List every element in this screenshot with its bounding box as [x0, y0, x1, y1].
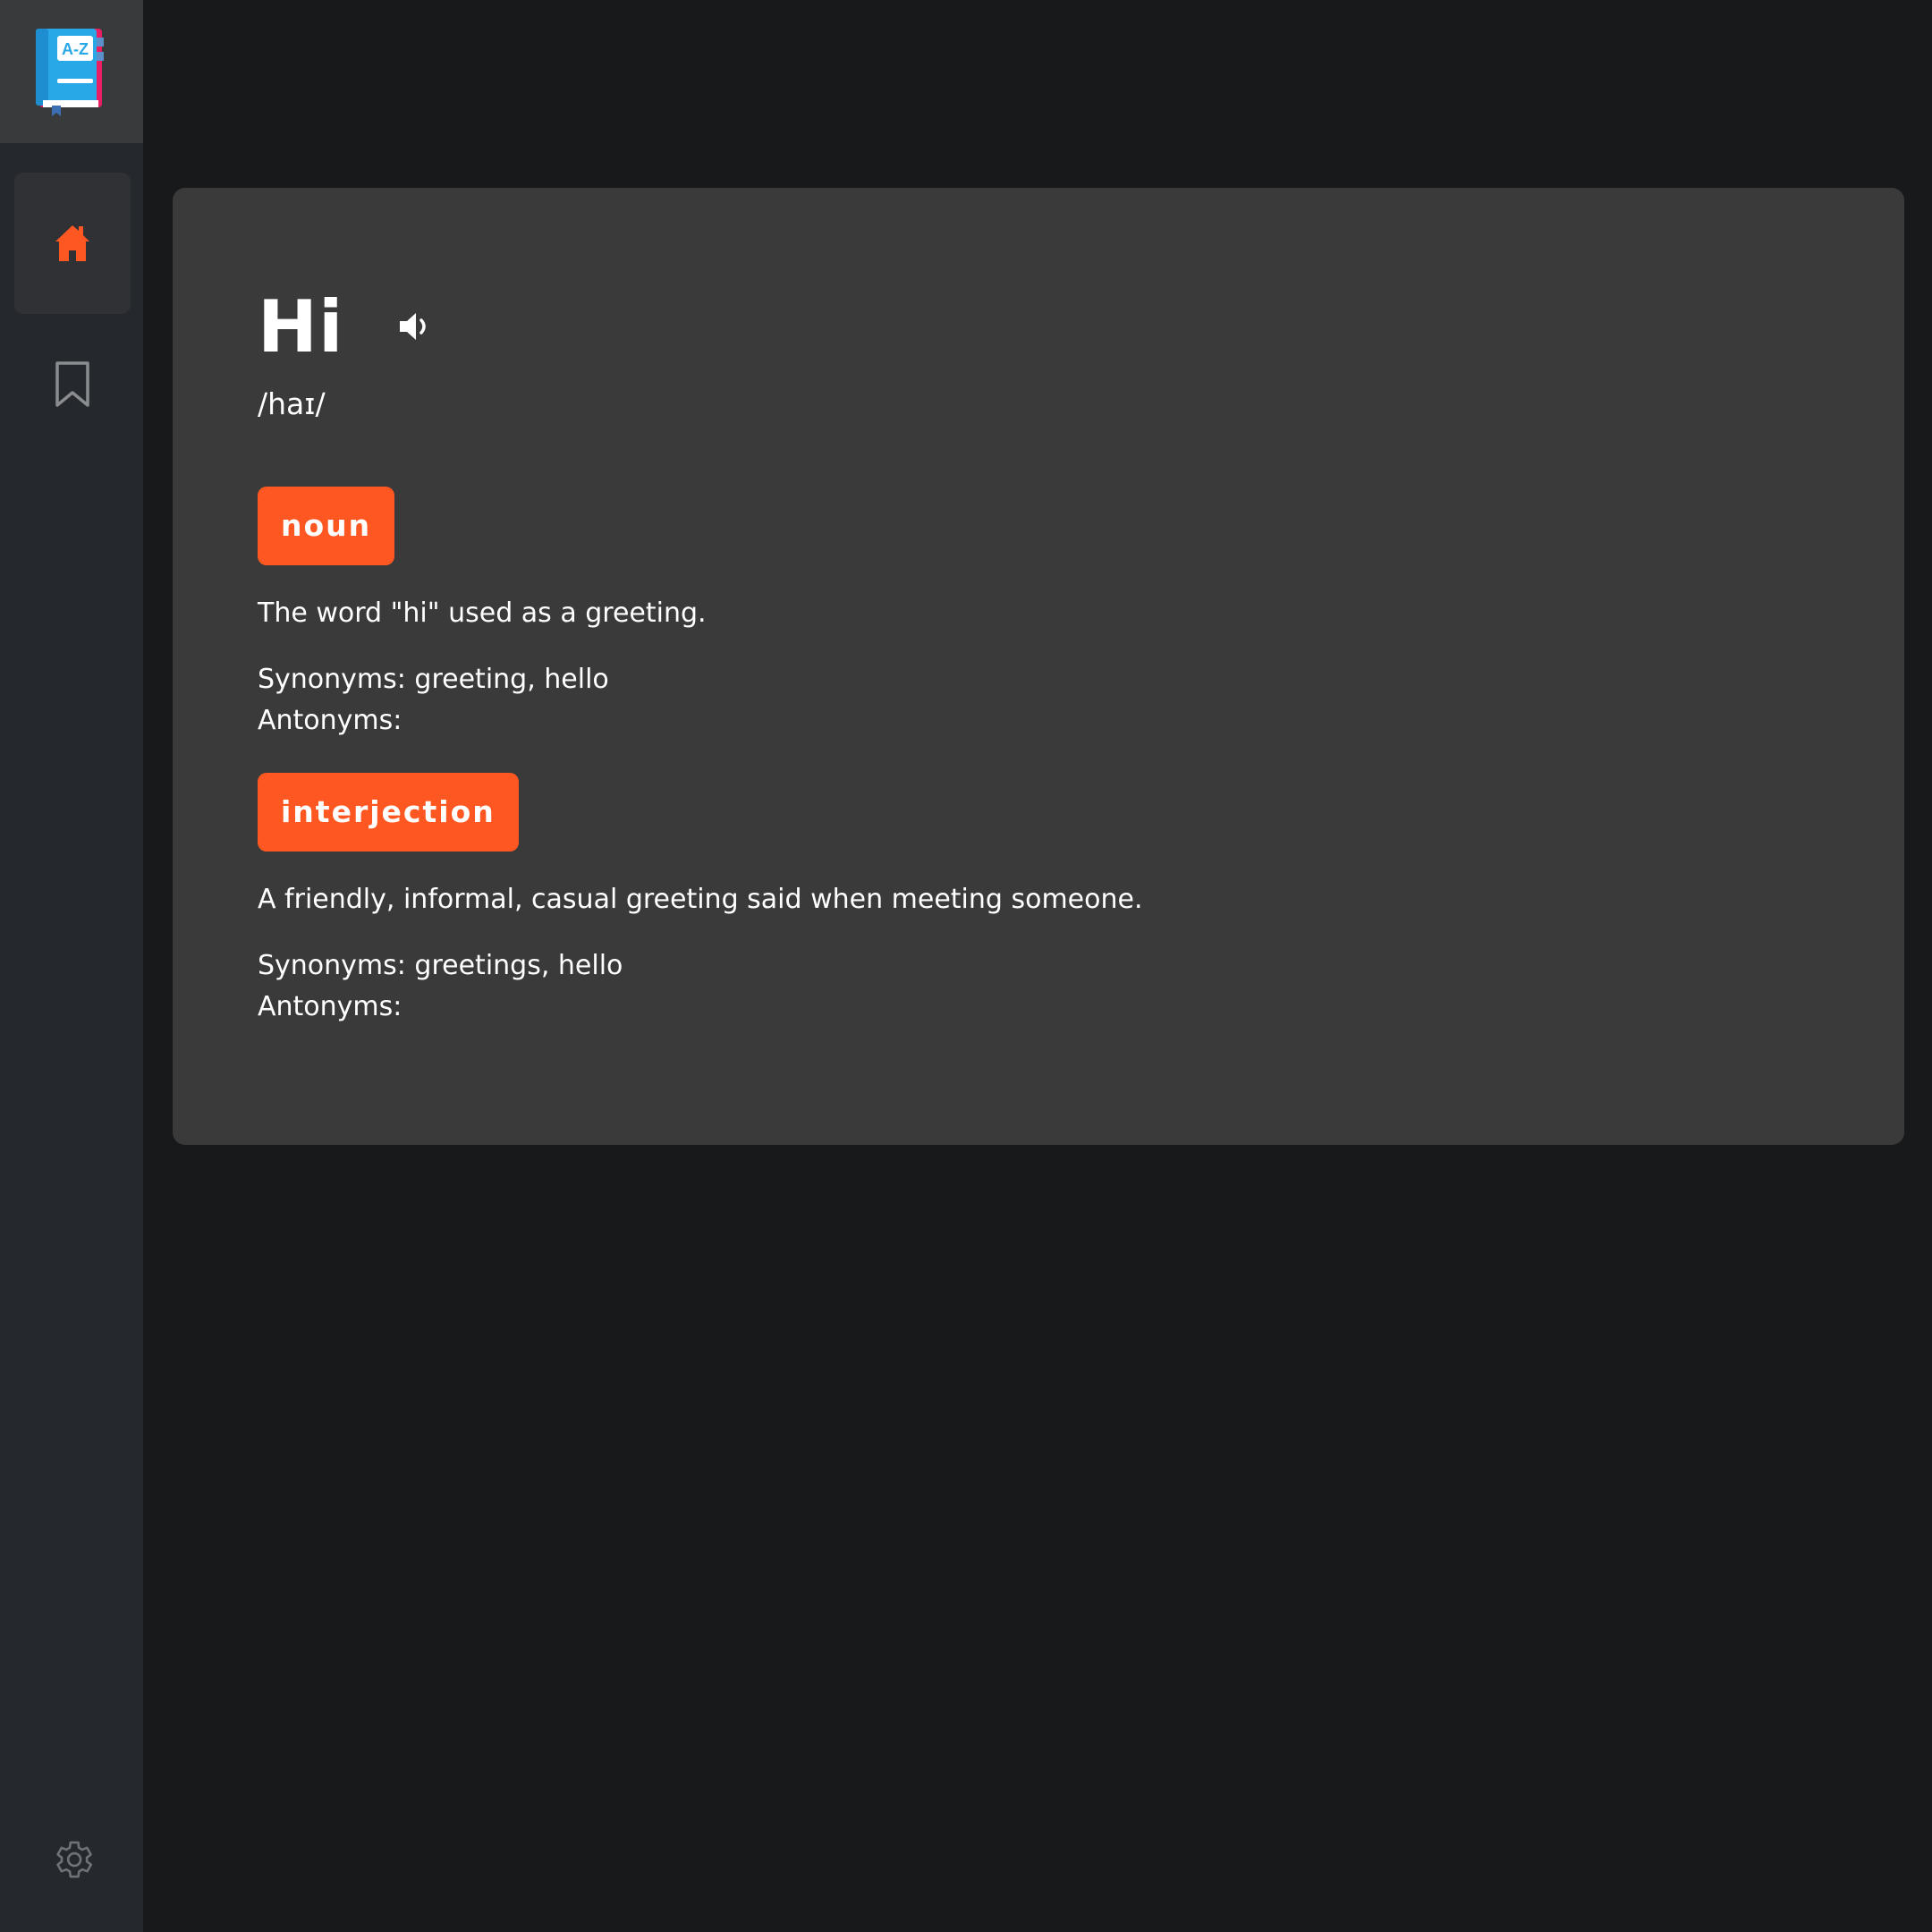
antonyms-text: Antonyms:	[258, 991, 402, 1022]
word-header: Hi	[258, 277, 436, 376]
definition-text: A friendly, informal, casual greeting sa…	[258, 884, 1143, 915]
pronunciation-play-button[interactable]	[393, 305, 436, 348]
synonyms-antonyms: Synonyms: greeting, hello Antonyms:	[258, 659, 707, 741]
part-of-speech-badge: noun	[258, 487, 395, 565]
app-logo[interactable]: A-Z	[0, 0, 143, 143]
meaning-section-noun: noun The word "hi" used as a greeting. S…	[258, 487, 707, 741]
part-of-speech-badge: interjection	[258, 773, 519, 852]
app-root: A-Z Hi /haɪ/ noun The word "hi" used as …	[0, 0, 1932, 1932]
phonetic-text: /haɪ/	[258, 386, 326, 421]
word-definition-card: Hi /haɪ/ noun The word "hi" used as a gr…	[173, 188, 1904, 1145]
sidebar-item-bookmarks[interactable]	[14, 314, 131, 455]
home-icon	[55, 225, 89, 261]
meaning-section-interjection: interjection A friendly, informal, casua…	[258, 773, 1143, 1028]
logo-text: A-Z	[62, 40, 89, 58]
sidebar-item-home[interactable]	[14, 173, 131, 314]
synonyms-text: Synonyms: greetings, hello	[258, 950, 623, 981]
speaker-icon	[400, 313, 427, 340]
gear-icon	[56, 1841, 93, 1878]
definition-text: The word "hi" used as a greeting.	[258, 597, 707, 629]
synonyms-text: Synonyms: greeting, hello	[258, 664, 609, 695]
word-title: Hi	[258, 284, 344, 369]
sidebar-item-settings[interactable]	[14, 1789, 131, 1930]
synonyms-antonyms: Synonyms: greetings, hello Antonyms:	[258, 945, 1143, 1028]
sidebar: A-Z	[0, 0, 143, 1932]
dictionary-book-icon: A-Z	[36, 29, 104, 116]
bookmark-icon	[55, 361, 89, 407]
antonyms-text: Antonyms:	[258, 705, 402, 736]
